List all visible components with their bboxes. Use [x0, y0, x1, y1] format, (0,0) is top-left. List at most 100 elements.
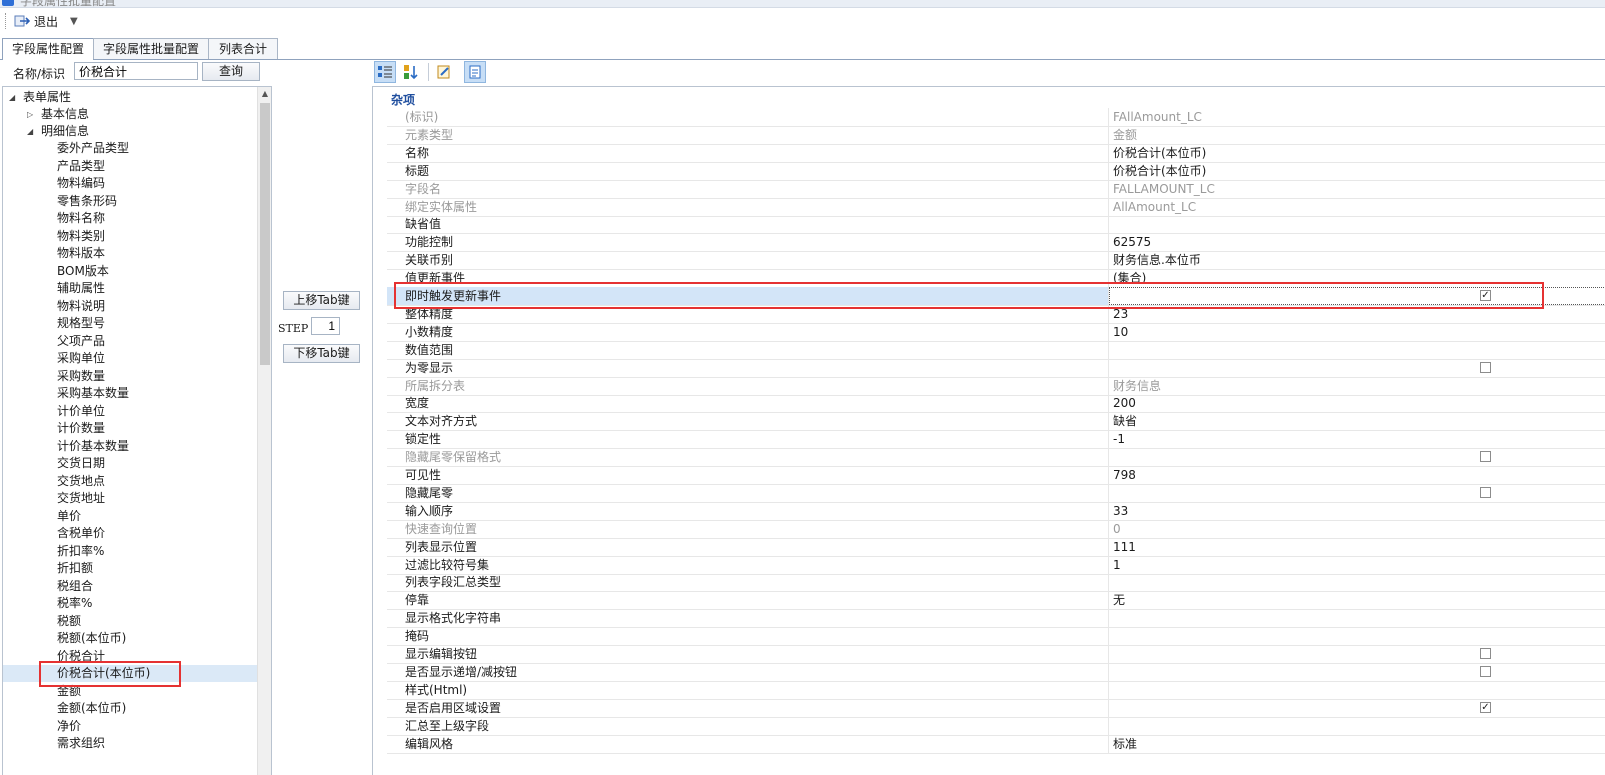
property-row[interactable]: 所属拆分表 财务信息 — [387, 376, 1605, 396]
property-value[interactable]: 111 — [1109, 538, 1605, 556]
property-value[interactable]: 1 — [1109, 556, 1605, 574]
alphabetical-view-button[interactable] — [400, 61, 422, 83]
tab-field-config[interactable]: 字段属性配置 — [2, 38, 94, 60]
property-value[interactable]: 10 — [1109, 323, 1605, 341]
tree-item[interactable]: 折扣额 — [57, 560, 93, 577]
property-row[interactable]: 绑定实体属性 AllAmount_LC — [387, 197, 1605, 217]
property-value[interactable]: 财务信息 — [1109, 377, 1605, 395]
tree-item[interactable]: 采购基本数量 — [57, 385, 129, 402]
property-value[interactable]: 62575 — [1109, 233, 1605, 251]
property-value[interactable]: 价税合计(本位币) — [1109, 144, 1605, 162]
step-input[interactable] — [311, 317, 340, 335]
tree-item[interactable]: 计价单位 — [57, 403, 105, 420]
property-value[interactable] — [1109, 663, 1605, 681]
property-row[interactable]: 显示格式化字符串 — [387, 609, 1605, 629]
property-row[interactable]: 停靠无 — [387, 591, 1605, 611]
property-value[interactable]: FAllAmount_LC — [1109, 108, 1605, 126]
tree-item[interactable]: 含税单价 — [57, 525, 105, 542]
property-row[interactable]: 元素类型 金额 — [387, 125, 1605, 145]
tree-item[interactable]: 折扣率% — [57, 543, 104, 560]
property-value[interactable]: FALLAMOUNT_LC — [1109, 180, 1605, 198]
tree-item[interactable]: 交货地点 — [57, 473, 105, 490]
property-value[interactable]: 金额 — [1109, 126, 1605, 144]
chevron-down-icon[interactable]: ▼ — [70, 16, 78, 27]
property-value[interactable] — [1109, 699, 1605, 717]
tab-list-total[interactable]: 列表合计 — [208, 38, 278, 59]
property-pages-button[interactable] — [464, 61, 486, 83]
property-value[interactable]: 标准 — [1109, 735, 1605, 753]
tree-item[interactable]: 采购数量 — [57, 368, 105, 385]
collapse-icon[interactable]: ◢ — [9, 89, 15, 106]
tree-item[interactable]: 委外产品类型 — [57, 140, 129, 157]
tree-item[interactable]: 采购单位 — [57, 350, 105, 367]
property-row[interactable]: 显示编辑按钮 — [387, 645, 1605, 664]
property-value[interactable] — [1109, 215, 1605, 233]
property-row[interactable]: 隐藏尾零保留格式 — [387, 448, 1605, 468]
expand-icon[interactable]: ▷ — [27, 106, 33, 123]
property-value[interactable] — [1109, 681, 1605, 699]
property-row[interactable]: 列表字段汇总类型 — [387, 573, 1605, 593]
tree-item[interactable]: 产品类型 — [57, 158, 105, 175]
tree-item[interactable]: 计价数量 — [57, 420, 105, 437]
search-input[interactable] — [74, 62, 198, 80]
property-value[interactable] — [1109, 573, 1605, 591]
checkbox[interactable] — [1480, 665, 1491, 677]
collapse-icon[interactable]: ◢ — [27, 123, 33, 140]
tree-item[interactable]: 物料编码 — [57, 175, 105, 192]
property-row[interactable]: 是否显示递增/减按钮 — [387, 662, 1605, 682]
tree-item[interactable]: 税额(本位币) — [57, 630, 126, 647]
tree-item[interactable]: BOM版本 — [57, 263, 109, 280]
tab-batch-config[interactable]: 字段属性批量配置 — [93, 38, 209, 59]
query-button[interactable]: 查询 — [202, 62, 260, 81]
checkbox[interactable] — [1480, 486, 1491, 498]
property-row[interactable]: 为零显示 — [387, 358, 1605, 378]
tree-item[interactable]: 税组合 — [57, 578, 93, 595]
property-row[interactable]: (标识) FAllAmount_LC — [387, 108, 1605, 127]
tree-item[interactable]: 计价基本数量 — [57, 438, 129, 455]
tree-item[interactable]: 物料名称 — [57, 210, 105, 227]
tree-item[interactable]: 单价 — [57, 508, 81, 525]
property-value[interactable] — [1109, 645, 1605, 663]
categorized-view-button[interactable] — [374, 61, 396, 83]
property-row[interactable]: 掩码 — [387, 627, 1605, 647]
tree-item[interactable]: 物料版本 — [57, 245, 105, 262]
property-row[interactable]: 是否启用区域设置 — [387, 698, 1605, 718]
tree-item[interactable]: 交货地址 — [57, 490, 105, 507]
property-row[interactable]: 可见性 798 — [387, 466, 1605, 485]
tree-item[interactable]: 税率% — [57, 595, 92, 612]
property-value[interactable]: 无 — [1109, 591, 1605, 609]
property-value[interactable]: -1 — [1109, 430, 1605, 448]
exit-button[interactable]: 退出 ▼ — [14, 11, 78, 31]
property-row[interactable]: 编辑风格 标准 — [387, 734, 1605, 754]
tree-scrollbar[interactable]: ▲ — [257, 87, 271, 775]
property-value[interactable]: 200 — [1109, 394, 1605, 412]
tree-item[interactable]: 辅助属性 — [57, 280, 105, 297]
property-row[interactable]: 样式(Html) — [387, 680, 1605, 700]
property-row[interactable]: 文本对齐方式 缺省 — [387, 412, 1605, 432]
checkbox[interactable] — [1480, 361, 1491, 373]
property-row[interactable]: 宽度 200 — [387, 394, 1605, 414]
tree-item[interactable]: 税额 — [57, 613, 81, 630]
property-row[interactable]: 关联币别 财务信息.本位币 — [387, 251, 1605, 271]
property-row[interactable]: 数值范围 — [387, 340, 1605, 360]
property-value[interactable] — [1109, 627, 1605, 645]
checkbox[interactable] — [1480, 451, 1491, 463]
tree-item[interactable]: 物料类别 — [57, 228, 105, 245]
property-value[interactable]: 缺省 — [1109, 412, 1605, 430]
tree-item[interactable]: 金额(本位币) — [57, 700, 126, 717]
property-value[interactable] — [1109, 341, 1605, 359]
property-value[interactable] — [1109, 484, 1605, 502]
property-row[interactable]: 标题 价税合计(本位币) — [387, 161, 1605, 181]
property-row[interactable]: 隐藏尾零 — [387, 483, 1605, 503]
property-row[interactable]: 字段名 FALLAMOUNT_LC — [387, 179, 1605, 199]
scroll-up-icon[interactable]: ▲ — [258, 87, 271, 101]
tree-item[interactable]: 父项产品 — [57, 333, 105, 350]
property-row[interactable]: 快速查询位置 0 — [387, 519, 1605, 539]
property-row[interactable]: 名称 价税合计(本位币) — [387, 143, 1605, 163]
property-row[interactable]: 小数精度 10 — [387, 322, 1605, 342]
property-row[interactable]: 汇总至上级字段 — [387, 716, 1605, 736]
property-row[interactable]: 缺省值 — [387, 215, 1605, 235]
property-value[interactable]: 价税合计(本位币) — [1109, 162, 1605, 180]
move-down-tab-button[interactable]: 下移Tab键 — [283, 344, 360, 363]
property-value[interactable]: 0 — [1109, 520, 1605, 538]
